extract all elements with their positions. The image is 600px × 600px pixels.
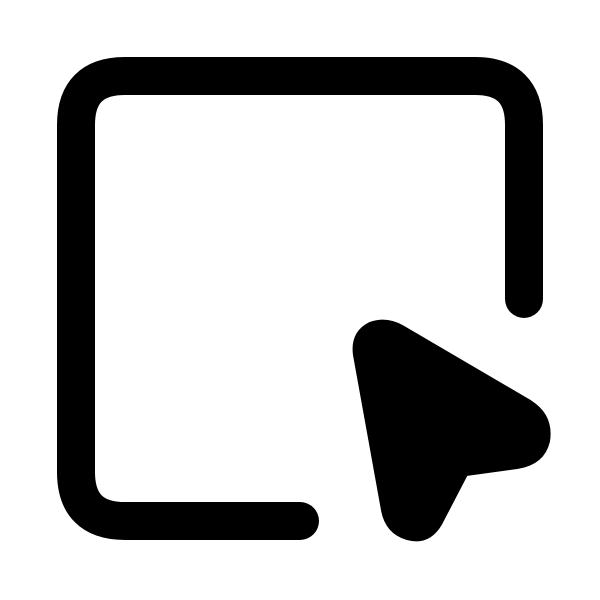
icon-canvas xyxy=(0,0,600,600)
select-area-cursor-icon xyxy=(57,57,551,542)
pointer-arrow-icon xyxy=(352,319,551,542)
